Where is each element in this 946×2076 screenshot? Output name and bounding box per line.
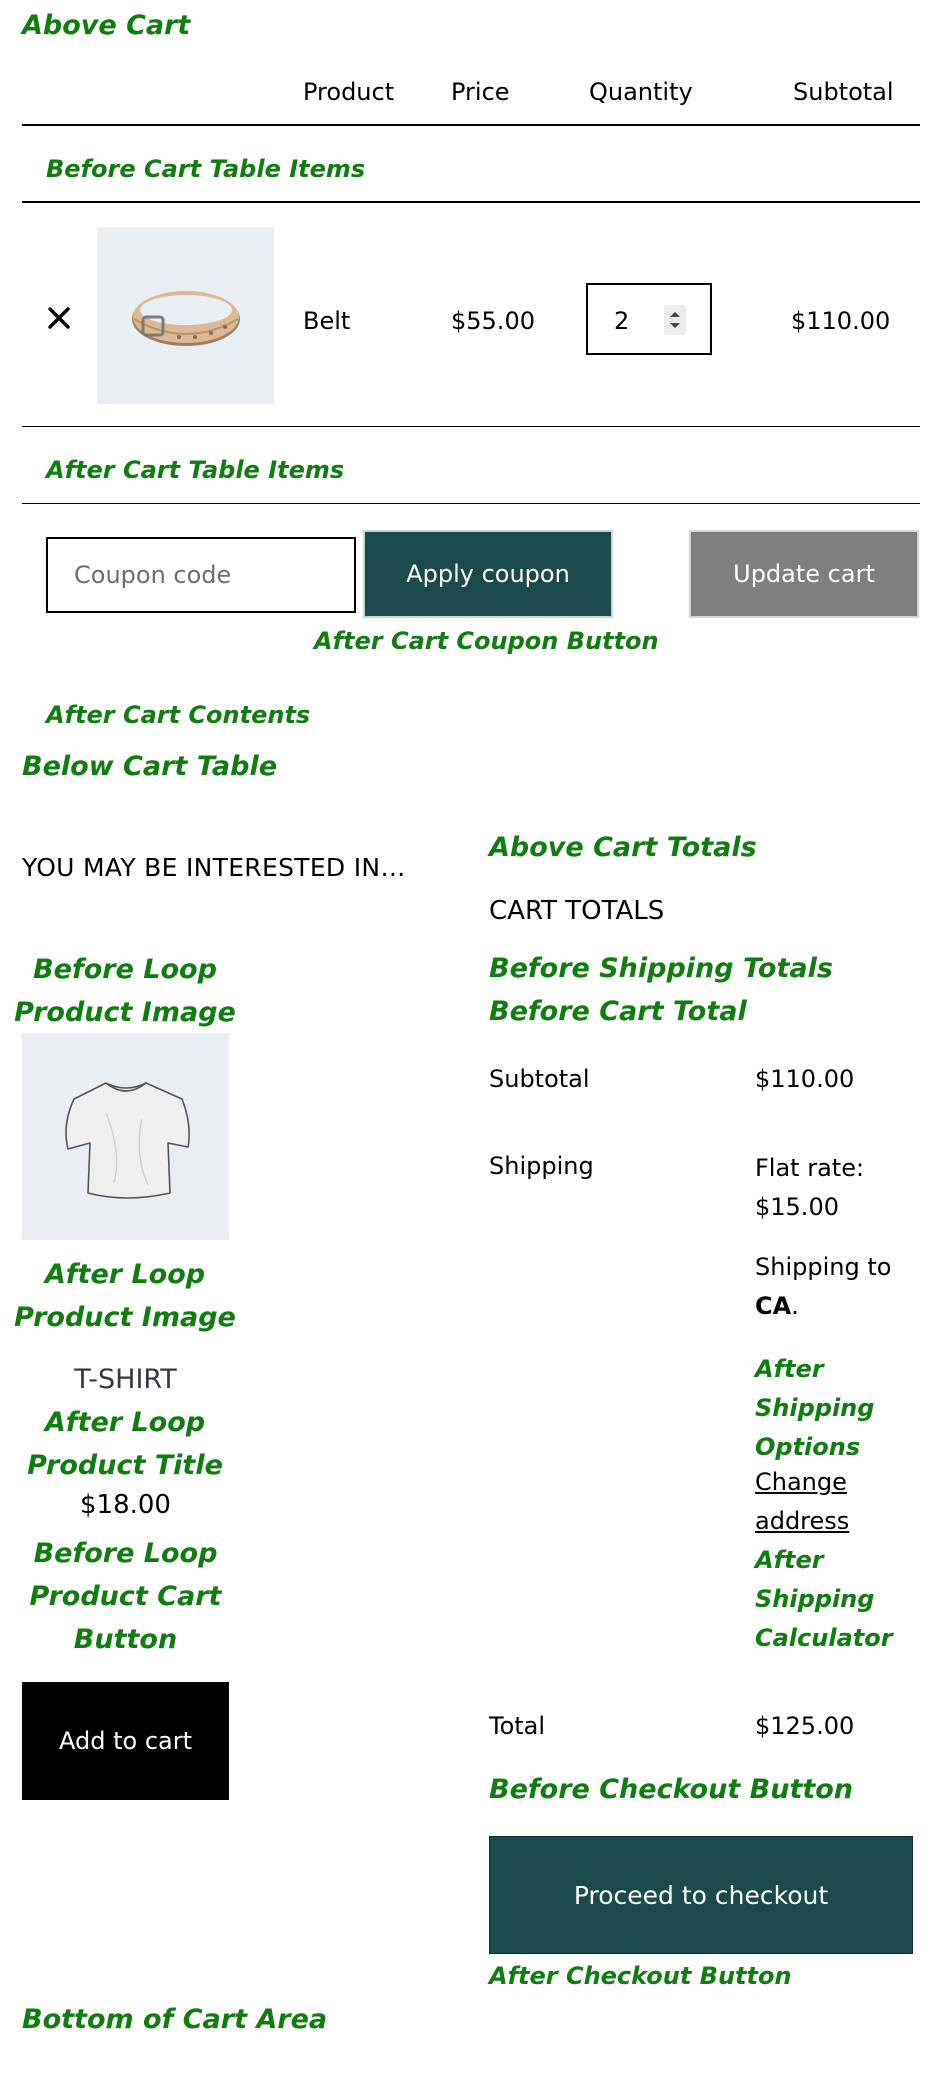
hook-after-shipping-options: After Shipping Options — [755, 1355, 875, 1461]
proceed-to-checkout-button[interactable]: Proceed to checkout — [489, 1836, 913, 1954]
update-cart-button[interactable]: Update cart — [689, 530, 919, 618]
cross-sell-product-title[interactable]: T-SHIRT — [22, 1364, 229, 1395]
hook-bottom-of-cart-area: Bottom of Cart Area — [22, 2004, 328, 2035]
apply-coupon-button[interactable]: Apply coupon — [363, 530, 613, 618]
shipping-label: Shipping — [489, 1152, 594, 1180]
cart-item-name[interactable]: Belt — [303, 307, 350, 335]
change-address-link[interactable]: Change address — [755, 1463, 855, 1541]
hook-after-cart-contents: After Cart Contents — [46, 701, 311, 729]
product-thumbnail[interactable] — [97, 227, 274, 404]
hook-above-cart: Above Cart — [22, 10, 191, 41]
spinner-arrows-icon[interactable] — [664, 305, 686, 335]
hook-before-checkout-button: Before Checkout Button — [489, 1774, 854, 1805]
hook-after-loop-product-title: After Loop Product Title — [27, 1407, 223, 1481]
shipping-region: CA — [755, 1292, 792, 1320]
cross-sell-product-price: $18.00 — [80, 1490, 171, 1520]
shipping-destination: Shipping to CA. — [755, 1248, 895, 1326]
hook-after-shipping-calculator: After Shipping Calculator — [755, 1546, 893, 1652]
cart-totals-heading: CART TOTALS — [489, 896, 665, 926]
hook-after-cart-coupon-button: After Cart Coupon Button — [314, 627, 659, 655]
table-header-divider — [22, 124, 920, 126]
shipping-to-suffix: . — [791, 1292, 799, 1320]
hook-before-loop-product-cart-button: Before Loop Product Cart Button — [29, 1538, 222, 1655]
remove-item-icon[interactable] — [44, 303, 74, 333]
hook-above-cart-totals: Above Cart Totals — [489, 832, 757, 863]
total-value: $125.00 — [755, 1712, 855, 1740]
row-divider — [22, 503, 920, 504]
column-header-product: Product — [303, 78, 395, 106]
cross-sell-product-image[interactable] — [22, 1033, 229, 1240]
belt-image — [132, 291, 240, 346]
cross-sells-heading: YOU MAY BE INTERESTED IN… — [22, 853, 406, 882]
column-header-subtotal: Subtotal — [793, 78, 894, 106]
quantity-stepper[interactable]: 2 — [586, 283, 712, 355]
column-header-quantity: Quantity — [589, 78, 693, 106]
quantity-value: 2 — [614, 307, 630, 335]
row-divider — [22, 426, 920, 427]
shipping-method: Flat rate: $15.00 — [755, 1154, 865, 1221]
hook-after-checkout-button: After Checkout Button — [489, 1962, 792, 1990]
cart-item-price: $55.00 — [451, 307, 535, 335]
coupon-code-input[interactable] — [46, 537, 356, 613]
cart-item-subtotal: $110.00 — [791, 307, 891, 335]
shipping-to-prefix: Shipping to — [755, 1253, 892, 1281]
subtotal-label: Subtotal — [489, 1065, 590, 1093]
hook-before-cart-table-items: Before Cart Table Items — [46, 155, 366, 183]
hook-after-cart-table-items: After Cart Table Items — [46, 456, 345, 484]
row-divider — [22, 201, 920, 203]
hook-before-shipping-totals: Before Shipping Totals — [489, 953, 833, 984]
add-to-cart-button[interactable]: Add to cart — [22, 1682, 229, 1800]
column-header-price: Price — [451, 78, 510, 106]
total-label: Total — [489, 1712, 546, 1740]
tshirt-image — [65, 1082, 190, 1199]
hook-before-loop-product-image: Before Loop Product Image — [14, 954, 236, 1028]
hook-below-cart-table: Below Cart Table — [22, 751, 278, 782]
hook-after-loop-product-image: After Loop Product Image — [14, 1259, 236, 1333]
hook-before-cart-total: Before Cart Total — [489, 996, 747, 1027]
subtotal-value: $110.00 — [755, 1065, 855, 1093]
